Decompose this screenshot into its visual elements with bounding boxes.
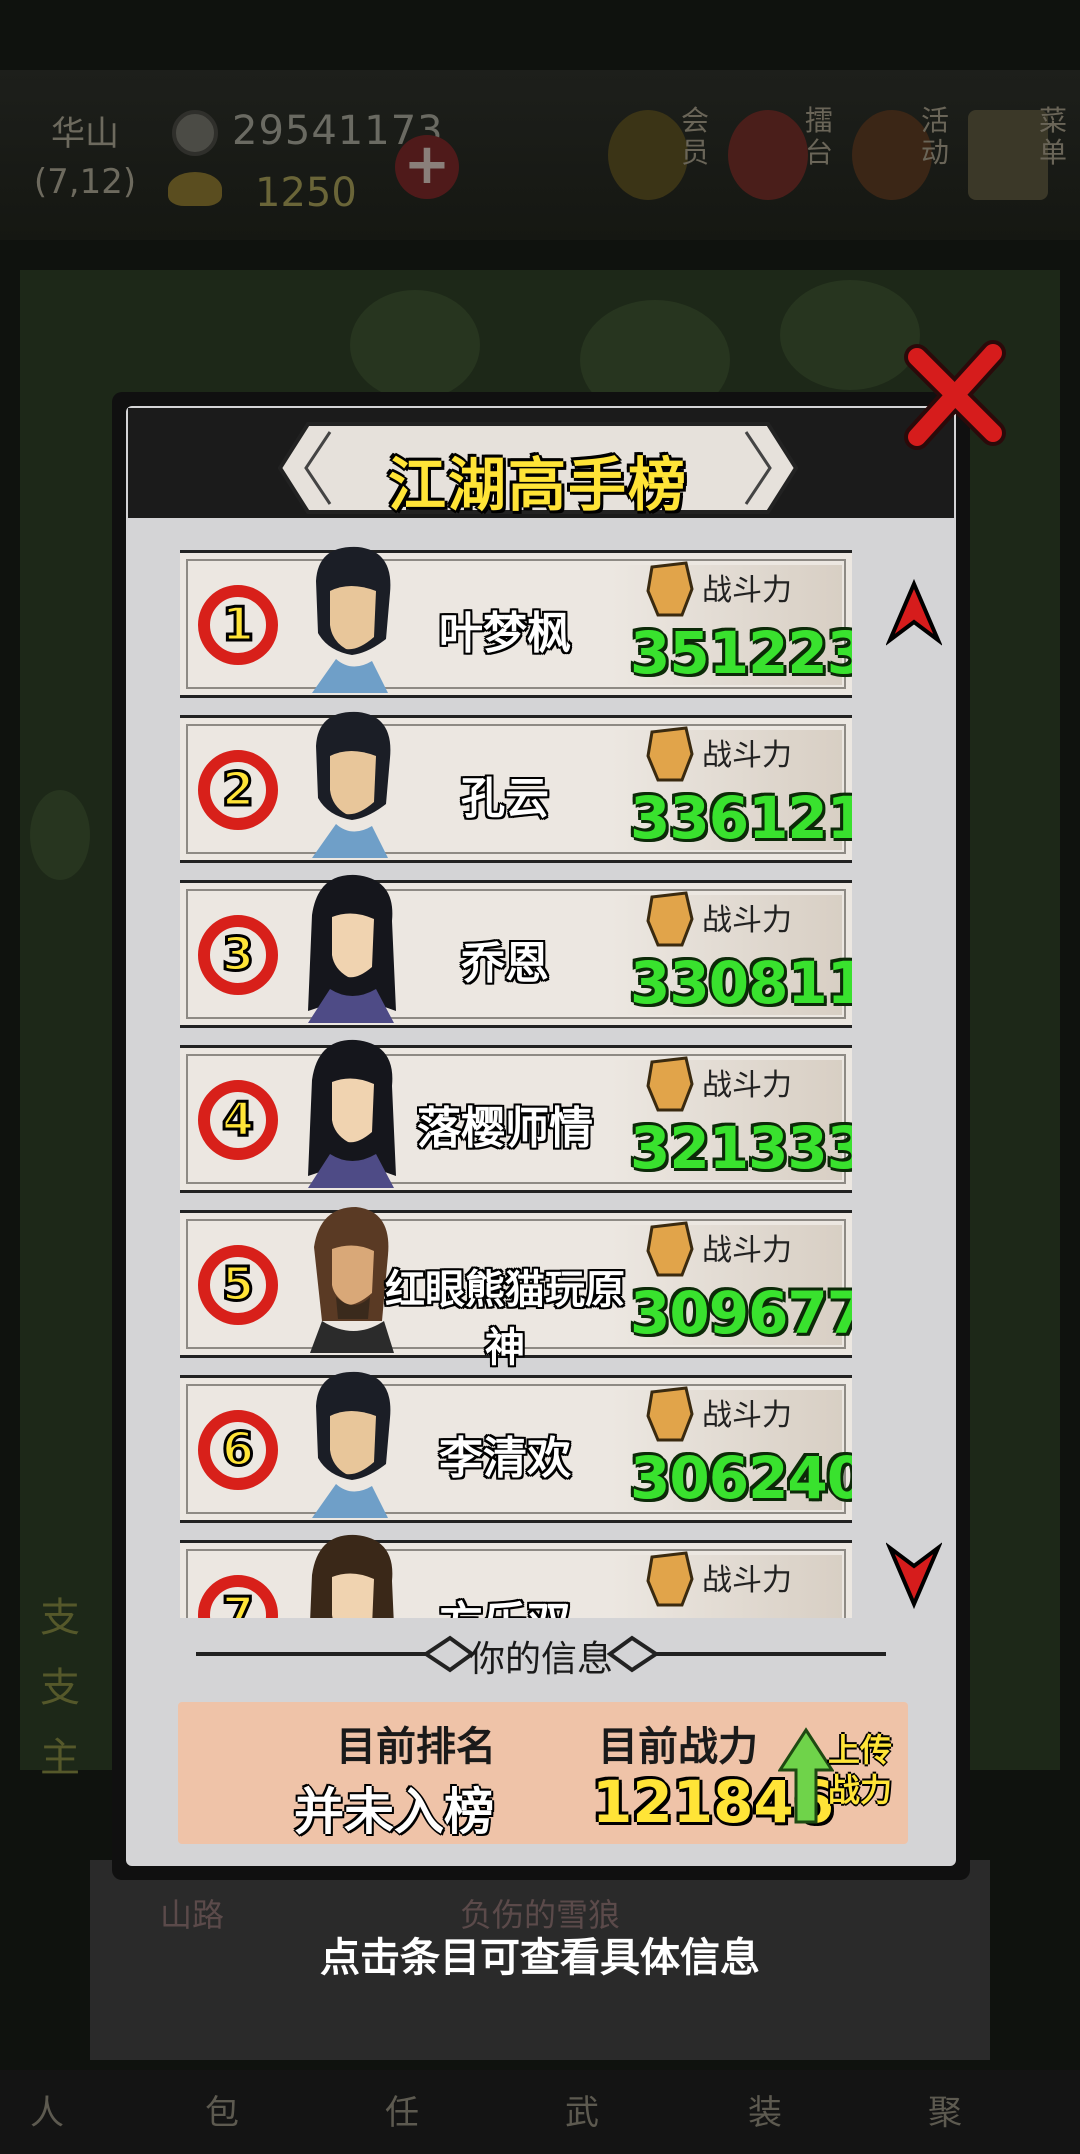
rank-badge-icon: 5 — [198, 1245, 278, 1325]
fist-icon — [646, 561, 694, 617]
fist-icon — [646, 726, 694, 782]
side-button-2[interactable]: 支 — [40, 1655, 90, 1711]
tree — [30, 790, 90, 880]
power-value: 336121 — [630, 784, 852, 852]
top-menu-event-label: 活动 — [920, 104, 949, 169]
power-label: 战斗力 — [702, 903, 792, 938]
current-rank-label: 目前排名 — [336, 1724, 496, 1770]
nav-quest[interactable]: 任 — [385, 2085, 505, 2134]
ranking-row[interactable]: 4 落樱师情 战斗力 321333 — [180, 1039, 852, 1193]
power-value: 321333 — [630, 1114, 852, 1182]
bottom-nav-bar — [0, 2070, 1080, 2154]
rank-badge-icon: 7 — [198, 1575, 278, 1618]
upload-power-label: 上传战力 — [828, 1731, 893, 1809]
coin-icon — [172, 110, 218, 156]
title-banner: 江湖高手榜 — [278, 422, 798, 519]
ranking-row[interactable]: 5 红眼熊猫玩原神 战斗力 309677 — [180, 1207, 852, 1371]
arrow-up-icon — [778, 1727, 834, 1824]
modal-header: 江湖高手榜 — [128, 408, 954, 519]
power-value: 306240 — [630, 1444, 852, 1512]
power-label: 战斗力 — [702, 1068, 792, 1103]
add-currency-button[interactable]: + — [395, 135, 459, 199]
scroll-down-button[interactable] — [885, 1540, 943, 1610]
power-value: 351223 — [630, 619, 852, 687]
side-button-1[interactable]: 支 — [40, 1585, 90, 1641]
rank-badge-icon: 4 — [198, 1080, 278, 1160]
top-menu-arena-label: 擂台 — [804, 104, 833, 169]
tree — [350, 290, 480, 400]
nav-gather[interactable]: 聚 — [928, 2085, 1048, 2134]
rank-badge-icon: 2 — [198, 750, 278, 830]
location-name: 华山 — [51, 114, 119, 154]
rank-badge-icon: 1 — [198, 585, 278, 665]
nav-equipment[interactable]: 装 — [748, 2085, 868, 2134]
rank-number: 3 — [222, 927, 254, 981]
player-name: 落樱师情 — [417, 1103, 593, 1154]
power-label: 战斗力 — [702, 573, 792, 608]
power-label: 战斗力 — [702, 738, 792, 773]
top-menu-vip-label: 会员 — [680, 104, 709, 169]
rank-number: 7 — [222, 1587, 254, 1618]
player-name: 方乐双 — [370, 1587, 640, 1618]
fist-icon — [646, 891, 694, 947]
rank-badge-icon: 3 — [198, 915, 278, 995]
fist-icon — [646, 1221, 694, 1277]
leaderboard-title: 江湖高手榜 — [387, 451, 688, 519]
fist-icon — [646, 1551, 694, 1607]
location-display: 华山 (7,12) — [20, 110, 150, 206]
player-name: 红眼熊猫玩原神 — [385, 1267, 625, 1371]
close-button[interactable] — [895, 335, 1015, 455]
ranking-list[interactable]: 1 叶梦枫 战斗力 351223 2 孔云 战斗力 336121 3 乔恩 战斗… — [180, 545, 852, 1618]
chevron-up-icon — [885, 578, 943, 647]
rank-number: 4 — [222, 1092, 254, 1146]
player-name: 乔恩 — [461, 938, 549, 989]
hint-text: 点击条目可查看具体信息 — [320, 1935, 760, 1981]
rank-number: 2 — [222, 762, 254, 816]
power-label: 战斗力 — [702, 1563, 792, 1598]
player-name: 孔云 — [461, 773, 549, 824]
rank-badge-icon: 6 — [198, 1410, 278, 1490]
nav-bag[interactable]: 包 — [205, 2085, 325, 2134]
scroll-up-button[interactable] — [885, 578, 943, 648]
player-name: 叶梦枫 — [439, 608, 571, 659]
gold-count: 1250 — [255, 170, 357, 216]
fist-icon — [646, 1386, 694, 1442]
rank-number: 6 — [222, 1422, 254, 1476]
current-rank-value: 并未入榜 — [294, 1783, 494, 1841]
gold-ingot-icon — [168, 172, 222, 206]
power-label: 战斗力 — [702, 1233, 792, 1268]
current-power-label: 目前战力 — [598, 1724, 758, 1770]
rank-number: 1 — [222, 597, 254, 651]
your-info-header: 你的信息 — [196, 1618, 886, 1688]
fist-icon — [646, 1056, 694, 1112]
ranking-row[interactable]: 7 方乐双 战斗力 — [180, 1534, 852, 1618]
nav-character[interactable]: 人 — [30, 2085, 150, 2134]
your-info-panel: 目前排名 并未入榜 目前战力 121846 上传战力 — [178, 1702, 908, 1844]
power-value: 330811 — [630, 949, 852, 1017]
power-label: 战斗力 — [702, 1398, 792, 1433]
ranking-row[interactable]: 2 孔云 战斗力 336121 — [180, 711, 852, 863]
rank-number: 5 — [222, 1257, 254, 1311]
close-icon — [904, 340, 1006, 450]
ranking-row[interactable]: 6 李清欢 战斗力 306240 — [180, 1371, 852, 1523]
ranking-row[interactable]: 3 乔恩 战斗力 330811 — [180, 874, 852, 1028]
vip-icon[interactable] — [608, 110, 688, 200]
upload-power-button[interactable]: 上传战力 — [778, 1722, 908, 1832]
nav-martial-arts[interactable]: 武 — [565, 2085, 685, 2134]
chevron-down-icon — [885, 1541, 943, 1610]
ranking-row[interactable]: 1 叶梦枫 战斗力 351223 — [180, 546, 852, 698]
side-button-3[interactable]: 主 — [40, 1725, 90, 1781]
power-value: 309677 — [630, 1279, 852, 1347]
your-info-title: 你的信息 — [468, 1639, 613, 1680]
top-menu-menu-label: 菜单 — [1038, 104, 1067, 169]
player-name: 李清欢 — [439, 1433, 571, 1484]
arena-icon[interactable] — [728, 110, 808, 200]
location-coords: (7,12) — [33, 162, 137, 202]
